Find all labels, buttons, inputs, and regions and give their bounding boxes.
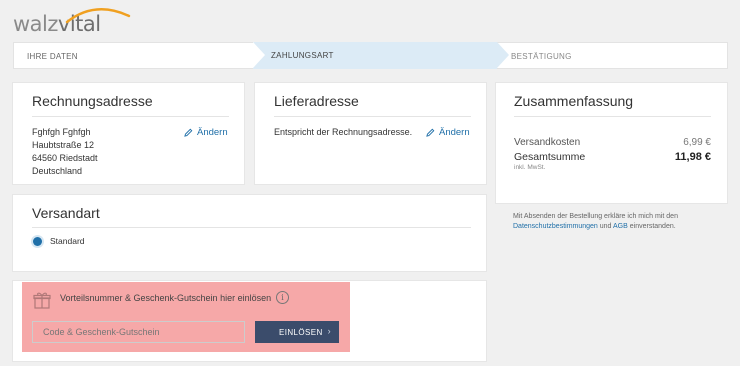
total-label: Gesamtsumme [514, 151, 586, 163]
edit-label: Ändern [197, 127, 228, 138]
step-zahlungsart: ZAHLUNGSART [253, 42, 497, 69]
redeem-button-label: EINLÖSEN [279, 327, 323, 337]
edit-label: Ändern [439, 127, 470, 138]
shipping-method-card: Versandart Standard [13, 195, 486, 271]
walzvital-logo[interactable]: walzvital [13, 6, 131, 38]
step-separator [253, 42, 265, 68]
divider [32, 116, 229, 117]
billing-address-card: Rechnungsadresse Fghfgh Fghfgh Haubtstra… [13, 83, 244, 184]
voucher-code-input[interactable] [32, 321, 245, 343]
divider [274, 116, 471, 117]
checkout-progress: IHRE DATEN ZAHLUNGSART BESTÄTIGUNG [13, 42, 728, 69]
legal-notice: Mit Absenden der Bestellung erkläre ich … [513, 212, 718, 232]
shipping-option-label[interactable]: Standard [50, 236, 85, 246]
shipping-address-text: Entspricht der Rechnungsadresse. [274, 127, 413, 137]
shipping-edit-link[interactable]: Ändern [426, 127, 470, 138]
chevron-right-icon: › [327, 326, 331, 336]
summary-card: Zusammenfassung Versandkosten 6,99 € Ges… [496, 83, 727, 203]
address-line: 64560 Riedstadt [32, 153, 98, 163]
pencil-icon [426, 128, 435, 137]
legal-text: und [597, 223, 614, 230]
privacy-link[interactable]: Datenschutzbestimmungen [513, 223, 598, 230]
redeem-button[interactable]: EINLÖSEN › [255, 321, 339, 343]
logo-swoosh-icon [65, 8, 131, 24]
agb-link[interactable]: AGB [613, 223, 628, 230]
shipping-option-radio[interactable] [33, 237, 42, 246]
shipping-method-title: Versandart [32, 205, 100, 221]
address-line: Fghfgh Fghfgh [32, 127, 91, 137]
billing-title: Rechnungsadresse [32, 93, 153, 109]
total-value: 11,98 € [674, 151, 711, 163]
legal-text: einverstanden. [627, 223, 676, 230]
shipping-cost-value: 6,99 € [683, 137, 711, 148]
summary-title: Zusammenfassung [514, 93, 634, 109]
shipping-cost-label: Versandkosten [514, 137, 581, 148]
legal-text: Mit Absenden der Bestellung erkläre ich … [513, 213, 678, 220]
pencil-icon [184, 128, 193, 137]
gift-icon [33, 291, 51, 314]
step-active-arrow [497, 42, 509, 68]
billing-address-lines: Fghfgh Fghfgh Haubtstraße 12 64560 Rieds… [32, 126, 98, 178]
divider [32, 227, 471, 228]
step-ihre-daten[interactable]: IHRE DATEN [13, 42, 253, 69]
shipping-address-card: Lieferadresse Entspricht der Rechnungsad… [255, 83, 486, 184]
voucher-title: Vorteilsnummer & Geschenk-Gutschein hier… [60, 293, 272, 303]
shipping-title: Lieferadresse [274, 93, 359, 109]
vat-note: inkl. MwSt. [514, 164, 546, 171]
address-line: Haubtstraße 12 [32, 140, 95, 150]
address-line: Deutschland [32, 166, 83, 176]
divider [514, 116, 711, 117]
info-icon[interactable]: i [276, 291, 289, 304]
step-bestaetigung: BESTÄTIGUNG [497, 42, 728, 69]
billing-edit-link[interactable]: Ändern [184, 127, 228, 138]
